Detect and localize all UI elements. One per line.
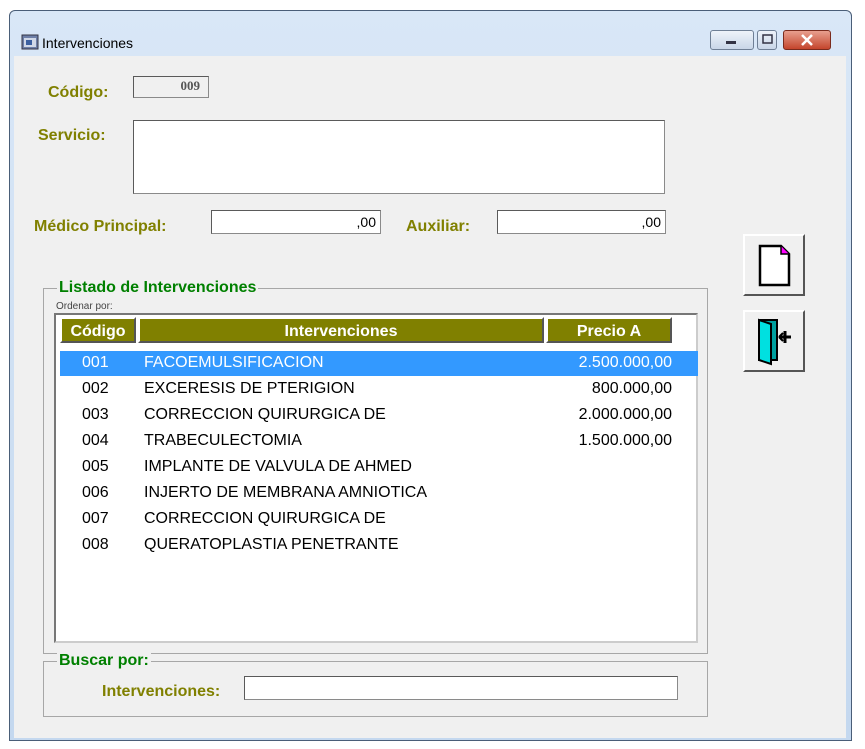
column-header-precio[interactable]: Precio A <box>546 317 672 343</box>
new-button[interactable] <box>743 234 805 296</box>
table-row[interactable]: 001 FACOEMULSIFICACION 2.500.000,00 <box>60 351 698 376</box>
table-row[interactable]: 004 TRABECULECTOMIA 1.500.000,00 <box>60 429 698 454</box>
row-code: 007 <box>82 510 109 527</box>
table-row[interactable]: 007 CORRECCION QUIRURGICA DE <box>60 507 698 532</box>
row-name: IMPLANTE DE VALVULA DE AHMED <box>144 458 412 475</box>
new-document-icon <box>758 244 791 287</box>
exit-door-icon <box>758 318 791 366</box>
row-name: INJERTO DE MEMBRANA AMNIOTICA <box>144 484 428 501</box>
sort-by-label: Ordenar por: <box>56 301 113 312</box>
row-code: 003 <box>82 406 109 423</box>
auxiliar-field[interactable]: ,00 <box>497 210 666 234</box>
codigo-field[interactable]: 009 <box>133 76 209 98</box>
row-name: CORRECCION QUIRURGICA DE <box>144 510 386 527</box>
row-name: EXCERESIS DE PTERIGION <box>144 380 355 397</box>
buscar-intervenciones-label: Intervenciones: <box>102 683 221 700</box>
buscar-intervenciones-input[interactable] <box>244 676 678 700</box>
servicio-textarea[interactable] <box>133 120 665 194</box>
minimize-icon <box>726 41 736 44</box>
table-row[interactable]: 002 EXCERESIS DE PTERIGION 800.000,00 <box>60 377 698 402</box>
codigo-label: Código: <box>48 84 109 101</box>
table-row[interactable]: 008 QUERATOPLASTIA PENETRANTE <box>60 533 698 558</box>
maximize-icon <box>762 34 773 44</box>
row-name: TRABECULECTOMIA <box>144 432 302 449</box>
row-price: 800.000,00 <box>591 380 672 397</box>
row-code: 005 <box>82 458 109 475</box>
row-name: CORRECCION QUIRURGICA DE <box>144 406 386 423</box>
column-header-intervenciones[interactable]: Intervenciones <box>138 317 544 343</box>
column-header-codigo[interactable]: Código <box>60 317 136 343</box>
table-row[interactable]: 003 CORRECCION QUIRURGICA DE 2.000.000,0… <box>60 403 698 428</box>
row-code: 006 <box>82 484 109 501</box>
buscar-title: Buscar por: <box>57 652 151 670</box>
row-code: 008 <box>82 536 109 553</box>
medico-principal-label: Médico Principal: <box>34 218 167 235</box>
table-row[interactable]: 005 IMPLANTE DE VALVULA DE AHMED <box>60 455 698 480</box>
window-title: Intervenciones <box>42 35 134 51</box>
auxiliar-label: Auxiliar: <box>406 218 471 235</box>
servicio-label: Servicio: <box>38 127 106 144</box>
app-window-icon[interactable] <box>21 34 39 50</box>
row-price: 2.000.000,00 <box>578 406 672 423</box>
row-code: 004 <box>82 432 109 449</box>
exit-button[interactable] <box>743 310 805 372</box>
row-name: QUERATOPLASTIA PENETRANTE <box>144 536 399 553</box>
minimize-button[interactable] <box>710 30 754 50</box>
row-name: FACOEMULSIFICACION <box>144 354 324 371</box>
row-price: 2.500.000,00 <box>578 354 672 371</box>
medico-principal-field[interactable]: ,00 <box>211 210 381 234</box>
close-button[interactable] <box>783 30 831 50</box>
listado-title: Listado de Intervenciones <box>57 279 259 297</box>
close-icon <box>801 34 813 46</box>
table-row[interactable]: 006 INJERTO DE MEMBRANA AMNIOTICA <box>60 481 698 506</box>
interventions-list[interactable]: Código Intervenciones Precio A 001 FACOE… <box>54 313 698 643</box>
row-code: 002 <box>82 380 109 397</box>
maximize-button[interactable] <box>757 30 777 50</box>
row-code: 001 <box>82 354 109 371</box>
row-price: 1.500.000,00 <box>578 432 672 449</box>
